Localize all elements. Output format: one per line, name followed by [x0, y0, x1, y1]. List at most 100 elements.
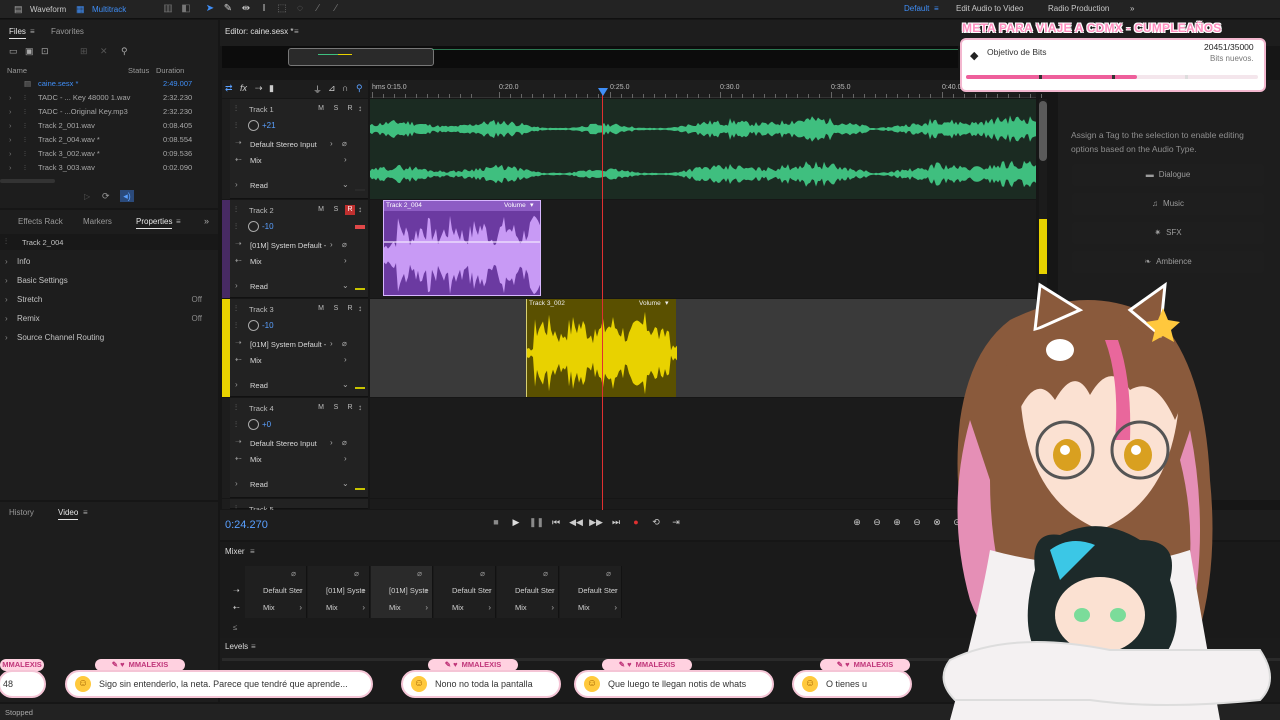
phase-invert-icon[interactable]: ⌀: [606, 569, 611, 578]
solo-button[interactable]: S: [331, 104, 341, 114]
file-row[interactable]: › ⫶ Track 3_003.wav 0:02.090: [0, 161, 210, 175]
chevron-down-icon[interactable]: ⌄: [342, 479, 349, 488]
mixer-menu-icon[interactable]: ≡: [250, 547, 255, 556]
slip-tool-icon[interactable]: ⇹: [240, 3, 252, 15]
headphones-icon[interactable]: ∩: [342, 83, 348, 93]
chevron-right-icon[interactable]: ›: [330, 240, 333, 249]
workspace-menu-icon[interactable]: ≡: [934, 4, 939, 13]
phase-invert-icon[interactable]: ⌀: [480, 569, 485, 578]
expand-arrow-icon[interactable]: ›: [9, 133, 12, 147]
track2-clip-param[interactable]: Volume: [504, 202, 526, 209]
phase-invert-icon[interactable]: ⌀: [543, 569, 548, 578]
play-icon[interactable]: ▶: [509, 517, 523, 528]
mute-button[interactable]: M: [316, 205, 326, 215]
insert-into-multitrack-icon[interactable]: ⊞: [80, 46, 88, 57]
mixer-expand-icon[interactable]: ≤: [233, 623, 237, 632]
loop-preview-icon[interactable]: ⟳: [102, 191, 110, 202]
chevron-down-icon[interactable]: ⌄: [342, 180, 349, 189]
chevron-right-icon[interactable]: ›: [614, 603, 617, 612]
track-grip-icon[interactable]: ⫶: [235, 205, 237, 215]
property-section[interactable]: › Remix Off: [0, 309, 210, 328]
property-section[interactable]: › Source Channel Routing: [0, 328, 210, 347]
overview-viewport[interactable]: [288, 48, 434, 66]
solo-button[interactable]: S: [331, 205, 341, 215]
track-grip-icon[interactable]: ⫶: [235, 304, 237, 314]
phase-invert-icon[interactable]: ⌀: [291, 569, 296, 578]
tab-files[interactable]: Files: [9, 27, 26, 39]
mute-button[interactable]: M: [316, 104, 326, 114]
spectral-display-icon[interactable]: ▥: [162, 3, 174, 15]
record-arm-button[interactable]: R: [345, 205, 355, 215]
track3-clip[interactable]: Track 3_002 Volume ▾: [526, 299, 677, 397]
expand-arrow-icon[interactable]: ›: [9, 119, 12, 133]
chevron-down-icon[interactable]: ⌄: [342, 281, 349, 290]
chevron-right-icon[interactable]: ›: [344, 454, 347, 463]
workspace-edit-audio-to-video[interactable]: Edit Audio to Video: [956, 4, 1023, 13]
file-row[interactable]: › ⫶ TADC - ...Original Key.mp3 2:32.230: [0, 105, 210, 119]
chevron-right-icon[interactable]: ›: [299, 586, 302, 595]
rewind-icon[interactable]: ◀◀: [569, 517, 583, 528]
autoplay-icon[interactable]: ◂): [120, 190, 134, 202]
open-file-icon[interactable]: ▣: [25, 46, 34, 57]
session-overview[interactable]: [222, 46, 958, 68]
track-grip-icon[interactable]: ⫶: [235, 104, 237, 114]
snap-icon[interactable]: ⊿: [328, 83, 336, 94]
volume-knob[interactable]: [248, 419, 259, 430]
track-header[interactable]: ⫶ Track 2 M S R ↕ ⫶ -10 ➝ [01M] System Default - ›…: [222, 200, 368, 298]
expand-arrow-icon[interactable]: ›: [235, 479, 238, 488]
playhead[interactable]: [602, 88, 603, 510]
column-duration[interactable]: Duration: [156, 66, 184, 75]
file-row[interactable]: › ⫶ TADC - ... Key 48000 1.wav 2:32.230: [0, 91, 210, 105]
mixer-channel-output[interactable]: Mix: [515, 603, 527, 612]
chevron-right-icon[interactable]: ›: [614, 586, 617, 595]
chevron-right-icon[interactable]: ›: [299, 603, 302, 612]
phase-invert-icon[interactable]: ⌀: [342, 438, 347, 447]
mixer-channel-input[interactable]: Default Stere: [452, 586, 492, 595]
track3-clip-param[interactable]: Volume: [639, 300, 661, 307]
expand-arrow-icon[interactable]: ›: [235, 281, 238, 290]
mixer-channel-output[interactable]: Mix: [452, 603, 464, 612]
properties-menu-icon[interactable]: ≡: [176, 217, 181, 226]
editor-menu-icon[interactable]: ≡: [294, 27, 299, 36]
files-scrollbar[interactable]: [0, 179, 55, 183]
mixer-channel[interactable]: ⌀ [01M] Syster › Mix ›: [371, 566, 433, 618]
workspace-default[interactable]: Default: [904, 4, 929, 13]
phase-invert-icon[interactable]: ⌀: [342, 139, 347, 148]
pitch-display-icon[interactable]: ◧: [180, 3, 192, 15]
tab-waveform[interactable]: ▤ Waveform: [14, 3, 66, 16]
clip-param-chevron-icon[interactable]: ▾: [530, 201, 534, 209]
ambience-button[interactable]: ❧ Ambience: [1072, 251, 1264, 273]
chevron-right-icon[interactable]: ›: [362, 603, 365, 612]
expand-arrow-icon[interactable]: ›: [9, 161, 12, 175]
mixer-channel-input[interactable]: [01M] Syster: [326, 586, 366, 595]
solo-button[interactable]: S: [331, 403, 341, 413]
send-icon[interactable]: ⇢: [255, 83, 263, 94]
automation-mode[interactable]: Read: [250, 480, 268, 489]
track-input[interactable]: [01M] System Default -: [250, 241, 326, 250]
chevron-right-icon[interactable]: ›: [425, 603, 428, 612]
track-volume[interactable]: -10: [262, 222, 274, 231]
automation-mode[interactable]: Read: [250, 181, 268, 190]
tab-history[interactable]: History: [9, 508, 34, 517]
video-menu-icon[interactable]: ≡: [83, 508, 88, 517]
levels-menu-icon[interactable]: ≡: [251, 642, 256, 651]
phase-invert-icon[interactable]: ⌀: [342, 339, 347, 348]
current-time[interactable]: 0:24.270: [225, 519, 268, 531]
expand-arrow-icon[interactable]: ›: [9, 105, 12, 119]
move-to-next-icon[interactable]: ⏭: [609, 517, 623, 528]
track-name[interactable]: Track 4: [249, 404, 274, 413]
metronome-icon[interactable]: ⏚: [313, 83, 322, 96]
stop-icon[interactable]: ■: [489, 517, 503, 527]
chevron-right-icon[interactable]: ›: [330, 438, 333, 447]
mixer-channel[interactable]: ⌀ Default Stere › Mix ›: [497, 566, 559, 618]
track-volume[interactable]: +21: [262, 121, 276, 130]
search-icon[interactable]: ⚲: [121, 46, 128, 57]
mixer-channel-output[interactable]: Mix: [326, 603, 338, 612]
property-section[interactable]: › Stretch Off: [0, 290, 210, 309]
expand-arrow-icon[interactable]: ›: [5, 252, 8, 271]
close-file-icon[interactable]: ✕: [100, 46, 108, 57]
play-preview-icon[interactable]: ▷: [84, 192, 90, 201]
mixer-channel-input[interactable]: Default Stere: [578, 586, 618, 595]
chevron-right-icon[interactable]: ›: [330, 339, 333, 348]
fx-icon[interactable]: fx: [240, 83, 247, 93]
